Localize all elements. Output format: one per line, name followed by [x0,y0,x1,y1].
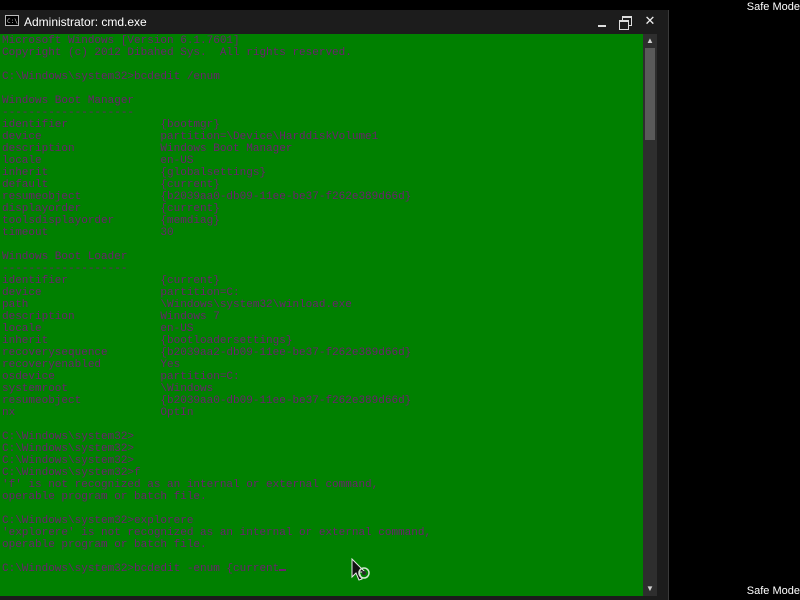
console-line: systemroot \Windows [2,383,214,395]
cmd-icon[interactable]: C:\ [5,15,19,26]
console-line: Copyright (c) 2012 Dibahed Sys. All righ… [2,47,352,59]
console-line: description Windows Boot Manager [2,143,293,155]
text-cursor [279,569,287,571]
console-line: description Windows 7 [2,311,220,323]
scrollbar-thumb[interactable] [645,48,655,140]
console-line: C:\Windows\system32> [2,443,135,455]
close-button[interactable]: ✕ [641,13,659,31]
cmd-window[interactable]: C:\ Administrator: cmd.exe ✕ Microsoft W… [0,10,669,600]
console-area[interactable]: Microsoft Windows [Version 6.1.7601] Copy… [0,34,643,596]
console-line: -------------------- [2,107,135,119]
console-line: C:\Windows\system32>f [2,467,141,479]
console-line: inherit {globalsettings} [2,167,267,179]
console-line: 'explorere' is not recognized as an inte… [2,527,432,539]
console-line: Microsoft Windows [Version 6.1.7601] [2,35,240,47]
minimize-icon [598,25,606,27]
console-line: 'f' is not recognized as an internal or … [2,479,379,491]
console-line: nx OptIn [2,407,194,419]
safe-mode-label-top: Safe Mode [746,1,800,13]
safe-mode-label-bottom: Safe Mode [746,585,800,597]
console-line: operable program or batch file. [2,539,207,551]
window-title: Administrator: cmd.exe [24,15,147,29]
console-line: recoverysequence {b2039aa2-db09-11ee-be3… [2,347,412,359]
vertical-scrollbar[interactable]: ▲ ▼ [643,34,657,596]
console-line: C:\Windows\system32>bcdedit /enum [2,71,220,83]
console-line: device partition=\Device\HarddiskVolume1 [2,131,379,143]
minimize-button[interactable] [594,13,612,31]
mouse-pointer-icon [351,558,370,581]
console-line: Windows Boot Loader [2,251,128,263]
console-line: displayorder {current} [2,203,220,215]
console-line: default {current} [2,179,220,191]
scroll-up-arrow-icon[interactable]: ▲ [643,34,657,48]
restore-icon [619,16,632,30]
console-line: ------------------- [2,263,128,275]
console-line: identifier {current} [2,275,220,287]
console-line: C:\Windows\system32>explorere [2,515,194,527]
console-line: osdevice partition=C: [2,371,240,383]
console-line: resumeobject {b2039aa0-db09-11ee-be37-f2… [2,191,412,203]
scroll-down-arrow-icon[interactable]: ▼ [643,582,657,596]
console-line: Windows Boot Manager [2,95,135,107]
console-line: C:\Windows\system32> [2,431,135,443]
console-line: path \Windows\system32\winload.exe [2,299,352,311]
console-line: C:\Windows\system32> [2,455,135,467]
console-line: recoveryenabled Yes [2,359,181,371]
console-line: toolsdisplayorder {memdiag} [2,215,220,227]
console-output: Microsoft Windows [Version 6.1.7601] Copy… [2,35,431,575]
console-line: locale en-US [2,155,194,167]
console-line: resumeobject {b2039aa0-db09-11ee-be37-f2… [2,395,412,407]
console-line: identifier {bootmgr} [2,119,220,131]
close-icon: ✕ [644,14,656,29]
maximize-button[interactable] [616,13,634,31]
console-line: operable program or batch file. [2,491,207,503]
console-line: timeout 30 [2,227,174,239]
console-line: device partition=C: [2,287,240,299]
window-titlebar[interactable]: C:\ Administrator: cmd.exe ✕ [0,10,668,34]
console-line: inherit {bootloadersettings} [2,335,293,347]
console-line: locale en-US [2,323,194,335]
